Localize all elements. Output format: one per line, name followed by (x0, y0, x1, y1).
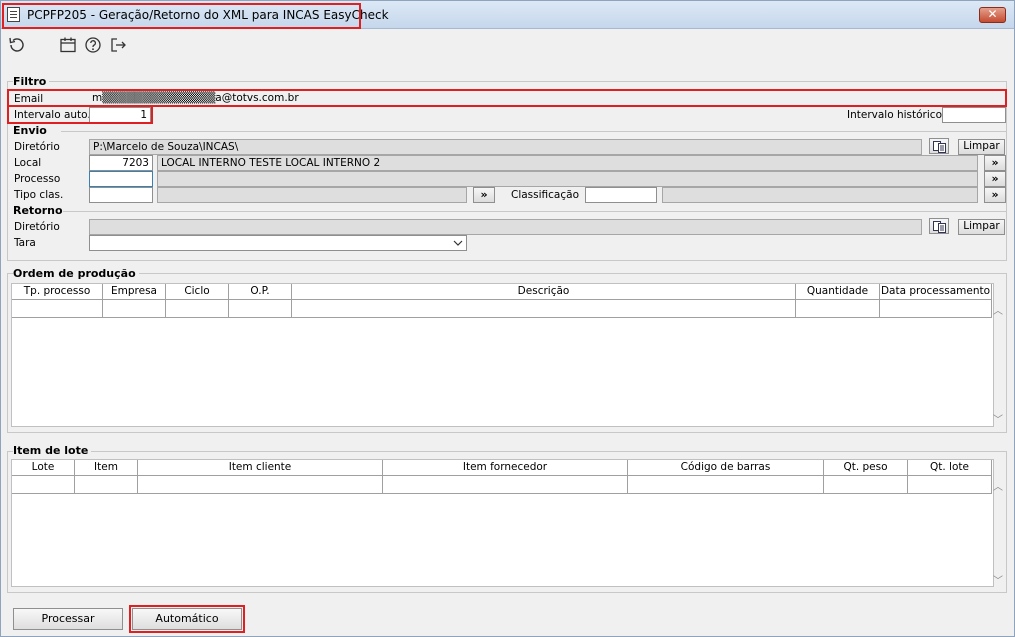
local-desc-field: LOCAL INTERNO TESTE LOCAL INTERNO 2 (157, 155, 978, 171)
chevron-down-icon (453, 240, 463, 246)
table-row[interactable] (12, 300, 992, 318)
scroll-up-icon[interactable]: ︿ (993, 478, 1012, 493)
processo-code-field[interactable] (89, 171, 153, 187)
document-icon (7, 7, 20, 22)
email-field[interactable]: m▒▒▒▒▒▒▒▒▒▒▒▒▒▒a@totvs.com.br (89, 91, 1005, 106)
scroll-down-icon[interactable]: ﹀ (993, 411, 1012, 426)
retorno-folder-picker-button[interactable] (929, 218, 949, 234)
list-icon (933, 221, 946, 233)
envio-folder-picker-button[interactable] (929, 138, 949, 154)
col-op[interactable]: O.P. (229, 284, 292, 300)
exit-icon[interactable] (109, 36, 127, 54)
classificacao-code-field[interactable] (585, 187, 657, 203)
close-button[interactable]: ✕ (979, 7, 1006, 23)
col-codigo-barras[interactable]: Código de barras (628, 460, 824, 476)
help-icon[interactable] (84, 36, 102, 54)
local-search-button[interactable]: » (984, 155, 1006, 171)
tara-label: Tara (14, 237, 36, 249)
email-label: Email (14, 93, 44, 105)
ordem-producao-title: Ordem de produção (13, 267, 139, 280)
col-qt-lote[interactable]: Qt. lote (908, 460, 992, 476)
retorno-diretorio-label: Diretório (14, 221, 60, 233)
col-item[interactable]: Item (75, 460, 138, 476)
main-window: PCPFP205 - Geração/Retorno do XML para I… (0, 0, 1015, 637)
col-qt-peso[interactable]: Qt. peso (824, 460, 908, 476)
intervalo-auto-label: Intervalo auto. (14, 109, 91, 121)
envio-divider (61, 131, 1007, 132)
retorno-limpar-button[interactable]: Limpar (958, 219, 1005, 235)
scroll-down-icon[interactable]: ﹀ (993, 572, 1012, 587)
title-bar: PCPFP205 - Geração/Retorno do XML para I… (1, 1, 1014, 29)
scroll-up-icon[interactable]: ︿ (993, 302, 1012, 317)
tipo-clas-code-field[interactable] (89, 187, 153, 203)
classificacao-search-button[interactable]: » (984, 187, 1006, 203)
automatico-button[interactable]: Automático (132, 608, 242, 630)
local-code-field[interactable]: 7203 (89, 155, 153, 171)
retorno-diretorio-field[interactable] (89, 219, 922, 235)
envio-diretorio-field[interactable]: P:\Marcelo de Souza\INCAS\ (89, 139, 922, 155)
col-item-cliente[interactable]: Item cliente (138, 460, 383, 476)
envio-title: Envio (13, 124, 50, 137)
col-empresa[interactable]: Empresa (103, 284, 166, 300)
processo-desc-field (157, 171, 978, 187)
calendar-icon[interactable] (59, 36, 77, 54)
retorno-divider (63, 211, 1007, 212)
col-lote[interactable]: Lote (12, 460, 75, 476)
col-ciclo[interactable]: Ciclo (166, 284, 229, 300)
table-row[interactable] (12, 476, 992, 494)
col-quantidade[interactable]: Quantidade (796, 284, 880, 300)
item-lote-grid[interactable]: Lote Item Item cliente Item fornecedor C… (11, 459, 994, 587)
classificacao-label: Classificação (511, 189, 579, 201)
local-label: Local (14, 157, 42, 169)
processo-search-button[interactable]: » (984, 171, 1006, 187)
tipo-clas-desc-field (157, 187, 467, 203)
intervalo-historico-label: Intervalo histórico (847, 109, 942, 121)
tipo-clas-label: Tipo clas. (14, 189, 64, 201)
retorno-title: Retorno (13, 204, 66, 217)
classificacao-desc-field (662, 187, 978, 203)
col-tp-processo[interactable]: Tp. processo (12, 284, 103, 300)
processo-label: Processo (14, 173, 61, 185)
intervalo-historico-field[interactable] (942, 107, 1006, 123)
col-descricao[interactable]: Descrição (292, 284, 796, 300)
filtro-title: Filtro (13, 75, 50, 88)
item-lote-title: Item de lote (13, 444, 92, 457)
toolbar (1, 31, 1014, 59)
col-data-processamento[interactable]: Data processamento (880, 284, 992, 300)
item-lote-header: Lote Item Item cliente Item fornecedor C… (12, 460, 992, 476)
processar-button[interactable]: Processar (13, 608, 123, 630)
ordem-producao-grid[interactable]: Tp. processo Empresa Ciclo O.P. Descriçã… (11, 283, 994, 427)
col-item-fornecedor[interactable]: Item fornecedor (383, 460, 628, 476)
envio-limpar-button[interactable]: Limpar (958, 139, 1005, 155)
envio-diretorio-label: Diretório (14, 141, 60, 153)
intervalo-auto-field[interactable]: 1 (89, 107, 151, 123)
window-title: PCPFP205 - Geração/Retorno do XML para I… (27, 8, 389, 22)
ordem-producao-header: Tp. processo Empresa Ciclo O.P. Descriçã… (12, 284, 992, 300)
undo-icon[interactable] (7, 36, 25, 54)
tipo-clas-search-button[interactable]: » (473, 187, 495, 203)
list-icon (933, 141, 946, 153)
tara-select[interactable] (89, 235, 467, 251)
